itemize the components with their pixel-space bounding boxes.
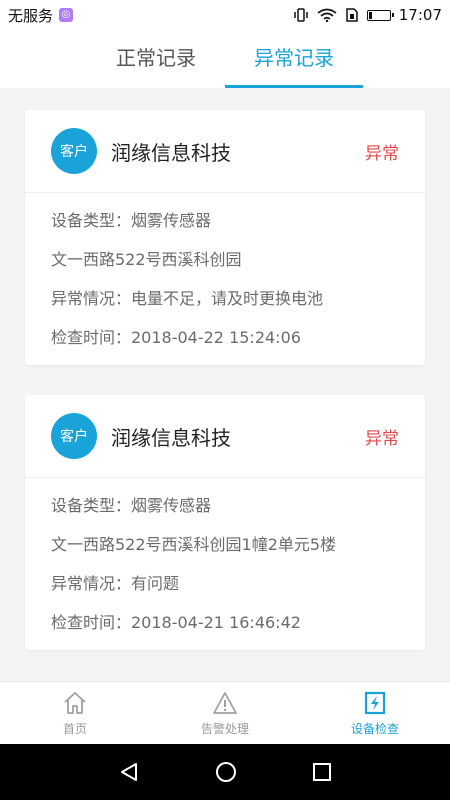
record-tabs: 正常记录 异常记录 bbox=[0, 30, 450, 88]
tab-normal-records[interactable]: 正常记录 bbox=[87, 30, 225, 88]
carrier-label: 无服务 bbox=[8, 6, 54, 25]
warning-icon bbox=[213, 691, 237, 714]
card-body: 设备类型：烟雾传感器 文一西路522号西溪科创园1幢2单元5楼 异常情况：有问题… bbox=[25, 478, 425, 650]
nav-home[interactable]: 首页 bbox=[0, 682, 150, 744]
notification-icon: ◎ bbox=[59, 8, 74, 22]
record-card[interactable]: 客户 润缘信息科技 异常 设备类型：烟雾传感器 文一西路522号西溪科创园 异常… bbox=[25, 110, 425, 365]
status-right: 17:07 bbox=[293, 6, 442, 24]
tab-abnormal-records[interactable]: 异常记录 bbox=[225, 30, 363, 88]
sim-icon bbox=[346, 8, 358, 22]
device-type: 设备类型：烟雾传感器 bbox=[51, 211, 212, 230]
bottom-nav: 首页 告警处理 设备检查 bbox=[0, 681, 450, 744]
nav-alarm-label: 告警处理 bbox=[200, 721, 249, 736]
nav-device-check-label: 设备检查 bbox=[350, 721, 399, 736]
address: 文一西路522号西溪科创园 bbox=[51, 250, 242, 269]
battery-icon bbox=[366, 9, 394, 21]
device-type: 设备类型：烟雾传感器 bbox=[51, 496, 212, 515]
nav-alarm-handling[interactable]: 告警处理 bbox=[150, 682, 300, 744]
system-nav-bar bbox=[0, 744, 450, 800]
exception-info: 异常情况：电量不足，请及时更换电池 bbox=[51, 289, 324, 308]
address: 文一西路522号西溪科创园1幢2单元5楼 bbox=[51, 535, 337, 554]
check-time: 检查时间：2018-04-22 15:24:06 bbox=[51, 328, 301, 347]
home-icon bbox=[64, 691, 86, 714]
status-badge: 异常 bbox=[365, 428, 399, 449]
clock-time: 17:07 bbox=[398, 6, 442, 24]
card-header: 客户 润缘信息科技 异常 bbox=[25, 395, 425, 478]
avatar: 客户 bbox=[51, 413, 97, 459]
status-badge: 异常 bbox=[365, 143, 399, 164]
avatar: 客户 bbox=[51, 128, 97, 174]
check-time: 检查时间：2018-04-21 16:46:42 bbox=[51, 613, 301, 632]
vibrate-icon bbox=[294, 8, 308, 22]
status-bar: 无服务 ◎ 17:07 bbox=[0, 0, 450, 30]
device-check-icon bbox=[364, 691, 386, 714]
wifi-icon bbox=[317, 8, 337, 22]
nav-home-label: 首页 bbox=[62, 721, 87, 736]
company-name: 润缘信息科技 bbox=[111, 140, 231, 165]
record-list[interactable]: 客户 润缘信息科技 异常 设备类型：烟雾传感器 文一西路522号西溪科创园 异常… bbox=[0, 88, 450, 681]
home-circle-icon[interactable] bbox=[215, 761, 237, 783]
company-name: 润缘信息科技 bbox=[111, 425, 231, 450]
card-body: 设备类型：烟雾传感器 文一西路522号西溪科创园 异常情况：电量不足，请及时更换… bbox=[25, 193, 425, 365]
record-card[interactable]: 客户 润缘信息科技 异常 设备类型：烟雾传感器 文一西路522号西溪科创园1幢2… bbox=[25, 395, 425, 650]
nav-device-check[interactable]: 设备检查 bbox=[300, 682, 450, 744]
recents-icon[interactable] bbox=[312, 762, 332, 782]
back-icon[interactable] bbox=[118, 761, 140, 783]
card-header: 客户 润缘信息科技 异常 bbox=[25, 110, 425, 193]
exception-info: 异常情况：有问题 bbox=[51, 574, 180, 593]
status-left: 无服务 ◎ bbox=[8, 5, 74, 26]
